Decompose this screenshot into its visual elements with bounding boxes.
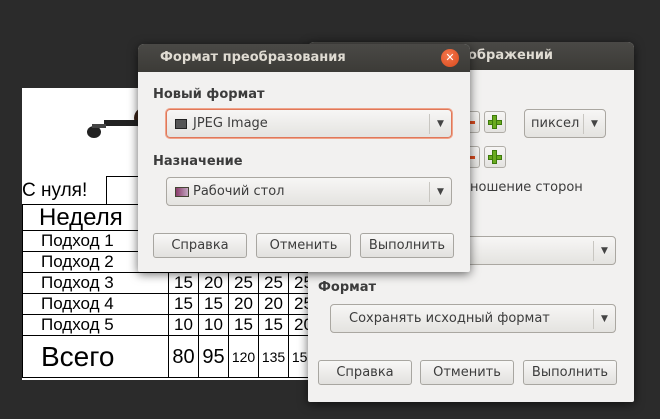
new-format-select[interactable]: JPEG Image ▼ [166,109,452,138]
help-button[interactable]: Справка [153,233,247,258]
format-window-titlebar[interactable]: Формат преобразования ✕ [138,44,470,72]
table-cell: 95 [198,335,229,378]
table-row: Подход 4 15 15 20 20 25 [22,293,319,315]
table-cell: 10 [198,314,229,336]
close-icon[interactable]: ✕ [441,49,459,67]
chevron-down-icon: ▼ [593,309,615,329]
cancel-button[interactable]: Отменить [256,233,351,258]
total-label: Всего [22,335,169,378]
desktop-icon [175,187,189,197]
row-label: Подход 5 [22,314,169,336]
help-button[interactable]: Справка [318,360,412,385]
unit-select-value: пиксел [531,116,580,131]
table-cell: 25 [228,272,259,294]
format-select-value: Сохранять исходный формат [349,311,550,326]
execute-button[interactable]: Выполнить [523,360,617,385]
destination-label: Назначение [153,154,243,169]
format-select[interactable]: Сохранять исходный формат ▼ [330,304,616,333]
chevron-down-icon: ▼ [429,182,451,202]
table-cell: 15 [168,272,199,294]
table-cell: 80 [168,335,199,378]
format-window-title: Формат преобразования [160,50,346,65]
table-cell: 15 [168,293,199,315]
unit-select[interactable]: пиксел ▼ [524,109,606,138]
resize-window-title: ображений [468,48,554,63]
width-increase-button[interactable] [484,111,506,133]
table-cell: 10 [168,314,199,336]
table-cell: 15 [258,314,289,336]
chevron-down-icon: ▼ [593,241,615,261]
table-cell: 20 [258,293,289,315]
new-format-label: Новый формат [153,87,265,102]
destination-select[interactable]: Рабочий стол ▼ [166,177,452,206]
height-increase-button[interactable] [484,146,506,168]
table-cell: 25 [258,272,289,294]
row-label: Подход 4 [22,293,169,315]
chevron-down-icon: ▼ [583,114,605,134]
table-cell: 15 [228,314,259,336]
format-label: Формат [318,280,377,295]
table-cell: 120 [228,335,259,378]
image-format-icon [175,119,187,129]
execute-button[interactable]: Выполнить [360,233,454,258]
keep-aspect-ratio-label: ношение сторон [470,180,583,195]
table-row: Подход 5 10 10 15 15 20 [22,314,319,336]
resize-mode-select[interactable]: ▼ [458,236,616,265]
table-cell: 15 [198,293,229,315]
table-row: Всего 80 95 120 135 155 [22,335,319,378]
chevron-down-icon: ▼ [429,114,451,134]
start-text: С нуля! [22,180,88,201]
table-cell: 135 [258,335,289,378]
table-cell: 20 [228,293,259,315]
row-label: Подход 3 [22,272,169,294]
format-conversion-window: Формат преобразования ✕ Новый формат JPE… [138,44,470,272]
table-row: Подход 3 15 20 25 25 25 [22,272,319,294]
cancel-button[interactable]: Отменить [420,360,514,385]
table-cell: 20 [198,272,229,294]
